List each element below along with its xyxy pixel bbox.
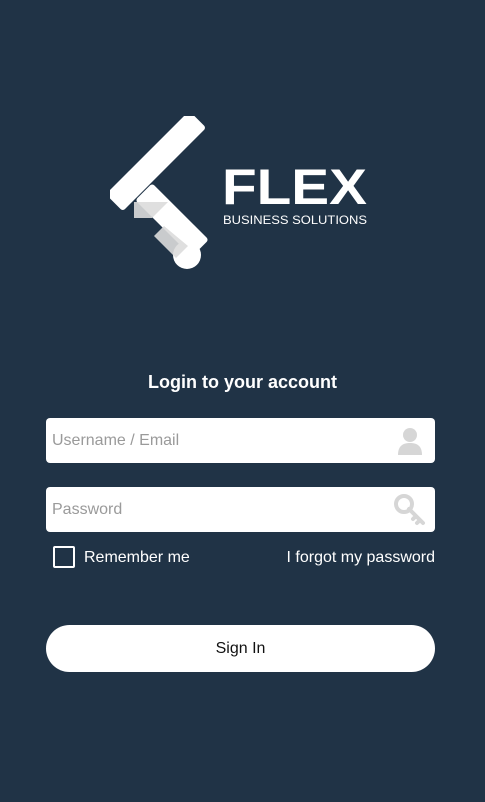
remember-me-label[interactable]: Remember me (84, 548, 190, 568)
password-input[interactable] (46, 487, 382, 532)
user-icon (398, 428, 422, 455)
flex-logo: FLEX BUSINESS SOLUTIONS (110, 116, 367, 269)
password-field[interactable] (46, 487, 435, 532)
login-title: Login to your account (148, 372, 337, 392)
username-input[interactable] (46, 418, 382, 463)
sign-in-button[interactable]: Sign In (46, 625, 435, 672)
key-icon (394, 494, 425, 525)
forgot-password-link[interactable]: I forgot my password (287, 548, 436, 568)
flex-logo-mark (110, 116, 208, 269)
login-screen: FLEX BUSINESS SOLUTIONS Login to your ac… (0, 0, 485, 802)
username-field[interactable] (46, 418, 435, 463)
flex-logo-wordmark: FLEX (222, 159, 367, 215)
flex-logo-tagline: BUSINESS SOLUTIONS (223, 213, 367, 227)
remember-me-checkbox[interactable] (53, 546, 75, 568)
